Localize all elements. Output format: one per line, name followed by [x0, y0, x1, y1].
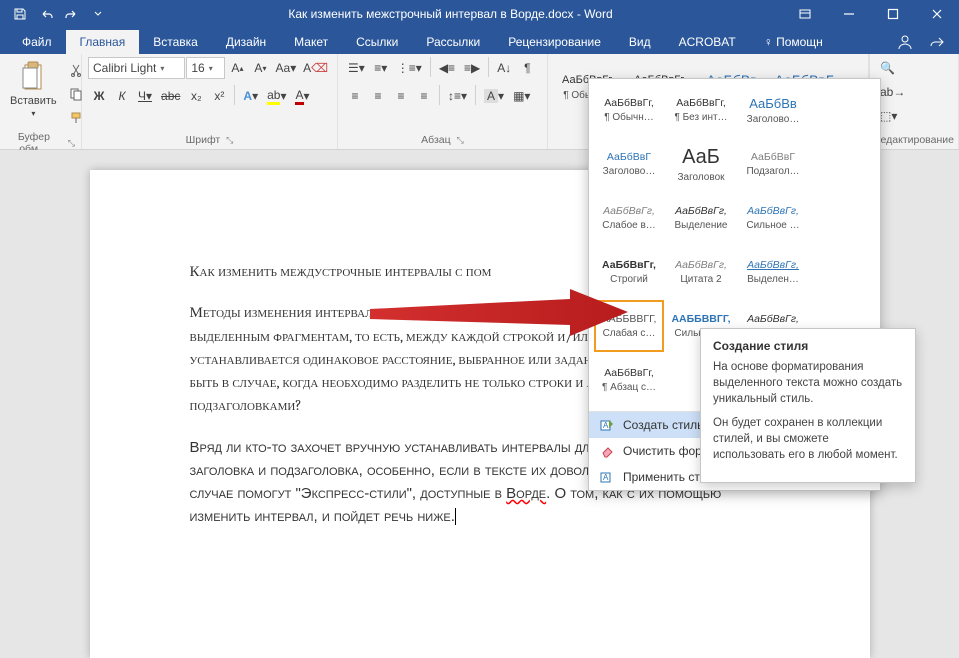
style-tile[interactable]: АаБбВвГг,Строгий — [594, 246, 664, 298]
style-tile[interactable]: ААББВВГГ,Слабая с… — [594, 300, 664, 352]
eraser-icon — [599, 443, 615, 459]
font-color-icon[interactable]: A▾ — [291, 85, 313, 107]
change-case-icon[interactable]: Aa▾ — [272, 57, 299, 79]
clipboard-dialog-icon[interactable]: ⤡ — [68, 138, 75, 149]
style-tile[interactable]: АаБбВвГг,Цитата 2 — [666, 246, 736, 298]
text-cursor — [455, 508, 456, 525]
qat-dropdown-icon[interactable] — [86, 2, 110, 26]
justify-icon[interactable]: ≡ — [413, 85, 435, 107]
paste-icon — [17, 61, 49, 93]
font-dialog-icon[interactable]: ⤡ — [226, 135, 233, 146]
increase-indent-icon[interactable]: ≡▶ — [460, 57, 484, 79]
tooltip-text: На основе форматирования выделенного тек… — [713, 359, 903, 407]
align-right-icon[interactable]: ≡ — [390, 85, 412, 107]
tab-view[interactable]: Вид — [615, 30, 665, 54]
ribbon-tabs: Файл Главная Вставка Дизайн Макет Ссылки… — [0, 28, 959, 54]
apply-styles-label: Применить ст — [623, 470, 700, 484]
font-family-combo[interactable]: Calibri Light▾ — [88, 57, 185, 79]
minimize-icon[interactable] — [827, 0, 871, 28]
superscript-button[interactable]: x² — [208, 85, 230, 107]
text-effects-icon[interactable]: A▾ — [239, 85, 262, 107]
ribbon-options-icon[interactable] — [783, 0, 827, 28]
svg-text:A: A — [603, 473, 609, 482]
multilevel-icon[interactable]: ⋮≡▾ — [393, 57, 426, 79]
tab-insert[interactable]: Вставка — [139, 30, 212, 54]
font-size-combo[interactable]: 16▾ — [186, 57, 225, 79]
close-icon[interactable] — [915, 0, 959, 28]
highlight-icon[interactable]: ab▾ — [263, 85, 290, 107]
save-icon[interactable] — [8, 2, 32, 26]
style-tile[interactable]: АаБбВвГг,Выделение — [666, 192, 736, 244]
style-tile[interactable]: АаБбВвГг,Слабое в… — [594, 192, 664, 244]
tab-layout[interactable]: Макет — [280, 30, 342, 54]
borders-icon[interactable]: ▦▾ — [509, 85, 534, 107]
italic-button[interactable]: К — [111, 85, 133, 107]
tooltip: Создание стиля На основе форматирования … — [700, 328, 916, 483]
window-title: Как изменить межстрочный интервал в Ворд… — [118, 7, 783, 21]
tell-me-input[interactable]: ♀ Помощн — [750, 30, 837, 54]
create-style-icon: A — [599, 417, 615, 433]
line-spacing-icon[interactable]: ↕≡▾ — [444, 85, 471, 107]
group-editing: 🔍 ab→ ⬚▾ Редактирование — [869, 54, 959, 149]
style-tile[interactable]: АаБбВвЗаголово… — [738, 84, 808, 136]
tooltip-title: Создание стиля — [713, 339, 903, 353]
tab-home[interactable]: Главная — [66, 30, 140, 54]
style-tile[interactable]: АаБбВвГг,¶ Абзац с… — [594, 354, 664, 406]
bullets-icon[interactable]: ☰▾ — [344, 57, 369, 79]
tab-review[interactable]: Рецензирование — [494, 30, 615, 54]
select-icon[interactable]: ⬚▾ — [876, 105, 956, 127]
clear-formatting-label: Очистить фор — [623, 444, 702, 458]
maximize-icon[interactable] — [871, 0, 915, 28]
tab-mailings[interactable]: Рассылки — [412, 30, 494, 54]
replace-icon[interactable]: ab→ — [876, 81, 956, 103]
font-label: Шрифт — [186, 134, 221, 146]
align-left-icon[interactable]: ≡ — [344, 85, 366, 107]
paragraph-dialog-icon[interactable]: ⤡ — [457, 135, 464, 146]
style-tile[interactable]: АаБбВвГг,¶ Обычн… — [594, 84, 664, 136]
underline-button[interactable]: Ч▾ — [134, 85, 156, 107]
undo-icon[interactable] — [34, 2, 58, 26]
tab-design[interactable]: Дизайн — [212, 30, 280, 54]
spellcheck-error[interactable]: Ворде — [506, 485, 546, 502]
sort-icon[interactable]: A↓ — [493, 57, 515, 79]
style-tile[interactable]: АаБбВвГг,¶ Без инт… — [666, 84, 736, 136]
group-font: Calibri Light▾ 16▾ A▴ A▾ Aa▾ A⌫ Ж К Ч▾ a… — [82, 54, 338, 149]
svg-text:A: A — [603, 421, 609, 430]
decrease-indent-icon[interactable]: ◀≡ — [435, 57, 459, 79]
style-tile[interactable]: АаБбВвГПодзагол… — [738, 138, 808, 190]
find-icon[interactable]: 🔍 — [876, 57, 956, 79]
tab-file[interactable]: Файл — [8, 30, 66, 54]
grow-font-icon[interactable]: A▴ — [226, 57, 248, 79]
style-tile[interactable]: АаБбВвГг,Выделен… — [738, 246, 808, 298]
numbering-icon[interactable]: ≡▾ — [370, 57, 392, 79]
paste-label: Вставить — [10, 95, 57, 107]
account-icon[interactable] — [891, 30, 919, 54]
titlebar: Как изменить межстрочный интервал в Ворд… — [0, 0, 959, 28]
align-center-icon[interactable]: ≡ — [367, 85, 389, 107]
show-marks-icon[interactable]: ¶ — [516, 57, 538, 79]
tab-acrobat[interactable]: ACROBAT — [665, 30, 750, 54]
style-tile[interactable]: АаБбВвГг,Сильное … — [738, 192, 808, 244]
apply-styles-icon: A — [599, 469, 615, 485]
strikethrough-button[interactable]: abc — [157, 85, 184, 107]
shading-icon[interactable]: A▾ — [480, 85, 508, 107]
style-tile[interactable]: АаБЗаголовок — [666, 138, 736, 190]
create-style-label: Создать стиль — [623, 418, 703, 432]
tab-references[interactable]: Ссылки — [342, 30, 412, 54]
share-icon[interactable] — [923, 30, 951, 54]
tooltip-text: Он будет сохранен в коллекции стилей, и … — [713, 415, 903, 463]
group-clipboard: Вставить ▾ Буфер обм…⤡ — [0, 54, 82, 149]
clear-format-icon[interactable]: A⌫ — [300, 57, 331, 79]
shrink-font-icon[interactable]: A▾ — [249, 57, 271, 79]
style-tile[interactable]: АаБбВвГЗаголово… — [594, 138, 664, 190]
quick-access-toolbar — [0, 2, 118, 26]
redo-icon[interactable] — [60, 2, 84, 26]
subscript-button[interactable]: x₂ — [185, 85, 207, 107]
group-paragraph: ☰▾ ≡▾ ⋮≡▾ ◀≡ ≡▶ A↓ ¶ ≡ ≡ ≡ ≡ ↕≡▾ A▾ ▦▾ — [338, 54, 548, 149]
paragraph-label: Абзац — [421, 134, 450, 146]
paste-button[interactable]: Вставить ▾ — [6, 57, 61, 122]
bold-button[interactable]: Ж — [88, 85, 110, 107]
editing-label: Редактирование — [874, 134, 954, 146]
